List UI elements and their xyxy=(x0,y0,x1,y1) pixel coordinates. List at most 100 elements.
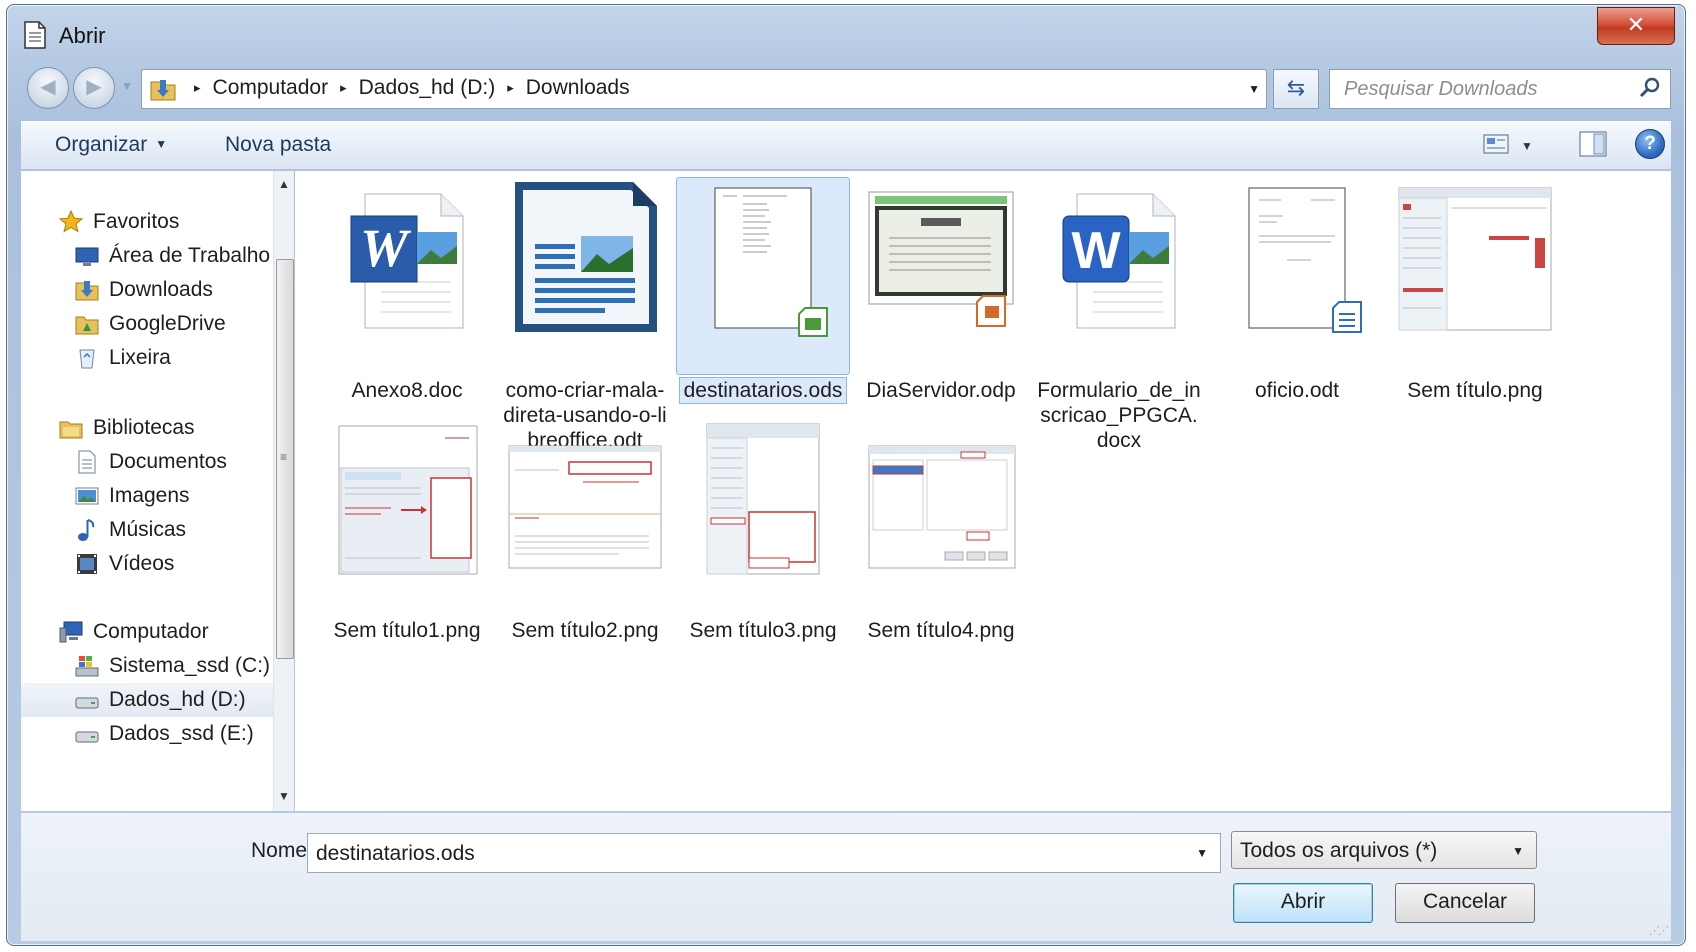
breadcrumb: ▸ Computador ▸ Dados_hd (D:) ▸ Downloads xyxy=(182,76,630,100)
file-name: Sem título2.png xyxy=(511,619,659,642)
file-item[interactable]: Sem título3.png xyxy=(675,417,851,644)
pictures-icon xyxy=(75,487,99,505)
sidebar-item-label: Bibliotecas xyxy=(93,416,195,439)
change-view-icon[interactable] xyxy=(1483,133,1509,155)
sidebar-item-documentos[interactable]: Documentos xyxy=(21,445,283,479)
file-item[interactable]: W Formulario_de_inscricao_PPGCA.docx xyxy=(1031,177,1207,454)
breadcrumb-separator: ▸ xyxy=(194,80,201,95)
svg-text:W: W xyxy=(360,218,412,278)
resize-grip-icon[interactable]: ⋰⋰ xyxy=(1649,924,1669,937)
cancel-button[interactable]: Cancelar xyxy=(1395,883,1535,923)
file-name: Sem título3.png xyxy=(689,619,837,642)
scroll-down-arrow[interactable]: ▼ xyxy=(278,789,290,803)
open-button[interactable]: Abrir xyxy=(1233,883,1373,923)
image-thumbnail-icon xyxy=(508,445,662,569)
word-doc-icon: W xyxy=(350,193,464,329)
documents-icon xyxy=(78,450,96,474)
file-item[interactable]: Sem título4.png xyxy=(853,417,1029,644)
sidebar-item-label: Documentos xyxy=(109,450,227,473)
preview-pane-icon[interactable] xyxy=(1579,131,1607,157)
file-item[interactable]: Sem título2.png xyxy=(497,417,673,644)
sidebar-item-videos[interactable]: Vídeos xyxy=(21,547,283,581)
address-dropdown[interactable]: ▼ xyxy=(1248,82,1260,96)
file-name: destinatarios.ods xyxy=(678,377,848,404)
videos-icon xyxy=(77,554,97,574)
search-input[interactable]: Pesquisar Downloads xyxy=(1344,78,1537,101)
new-folder-button[interactable]: Nova pasta xyxy=(225,133,331,157)
drive-icon xyxy=(75,731,99,743)
sidebar-item-dados-ssd[interactable]: Dados_ssd (E:) xyxy=(21,717,283,751)
breadcrumb-separator[interactable]: ▸ xyxy=(507,80,514,96)
file-type-select[interactable]: Todos os arquivos (*) ▼ xyxy=(1231,831,1537,869)
sidebar-item-bibliotecas[interactable]: Bibliotecas xyxy=(21,411,283,445)
file-name: Anexo8.doc xyxy=(351,379,463,402)
downloads-folder-icon xyxy=(75,281,99,301)
impress-presentation-icon xyxy=(868,191,1014,327)
search-icon[interactable] xyxy=(1638,76,1662,100)
file-item-selected[interactable]: destinatarios.ods xyxy=(675,177,851,404)
music-icon xyxy=(78,519,95,541)
file-name-value[interactable]: destinatarios.ods xyxy=(316,842,475,866)
chevron-down-icon[interactable]: ▼ xyxy=(1196,846,1208,860)
sidebar-item-label: Músicas xyxy=(109,518,187,541)
refresh-button[interactable]: ⇆ xyxy=(1273,69,1319,109)
file-item[interactable]: W Anexo8.doc xyxy=(319,177,495,404)
sidebar-item-label: Imagens xyxy=(109,484,190,507)
sidebar-item-imagens[interactable]: Imagens xyxy=(21,479,283,513)
image-thumbnail-icon xyxy=(1398,187,1552,331)
sidebar-item-label: Vídeos xyxy=(109,552,175,575)
file-item[interactable]: Sem título1.png xyxy=(319,417,495,644)
breadcrumb-dados-hd[interactable]: Dados_hd (D:) xyxy=(359,76,496,100)
file-name: Sem título.png xyxy=(1407,379,1543,402)
libraries-icon xyxy=(59,421,83,439)
chevron-down-icon[interactable]: ▼ xyxy=(1512,844,1524,858)
close-button[interactable]: ✕ xyxy=(1597,7,1675,45)
sidebar-item-googledrive[interactable]: GoogleDrive xyxy=(21,307,283,341)
file-item[interactable]: oficio.odt xyxy=(1209,177,1385,404)
computer-icon xyxy=(59,621,83,643)
sidebar-item-area-de-trabalho[interactable]: Área de Trabalho xyxy=(21,239,283,273)
file-name: Sem título4.png xyxy=(867,619,1015,642)
grip-icon: ≡ xyxy=(280,450,288,464)
file-name: oficio.odt xyxy=(1254,379,1340,402)
breadcrumb-downloads[interactable]: Downloads xyxy=(526,76,630,100)
title-bar: Abrir ✕ xyxy=(7,5,1685,61)
sidebar-item-lixeira[interactable]: Lixeira xyxy=(21,341,283,375)
sidebar-scrollbar[interactable]: ▲ ≡ ▼ xyxy=(273,171,294,811)
sidebar-item-musicas[interactable]: Músicas xyxy=(21,513,283,547)
downloads-folder-icon xyxy=(150,80,176,101)
window-title: Abrir xyxy=(59,23,106,48)
file-item[interactable]: Sem título.png xyxy=(1387,177,1563,404)
scroll-up-arrow[interactable]: ▲ xyxy=(278,177,290,191)
recycle-bin-icon xyxy=(79,349,95,369)
sidebar-item-sistema-ssd[interactable]: Sistema_ssd (C:) xyxy=(21,649,283,683)
help-icon[interactable]: ? xyxy=(1635,129,1665,159)
back-button[interactable]: ◀ xyxy=(27,67,69,109)
sidebar-item-computador[interactable]: Computador xyxy=(21,615,283,649)
file-name-input[interactable]: destinatarios.ods ▼ xyxy=(307,833,1221,873)
view-options-dropdown[interactable]: ▼ xyxy=(1521,139,1533,153)
scrollbar-thumb[interactable]: ≡ xyxy=(276,259,294,659)
image-thumbnail-icon xyxy=(338,425,478,575)
forward-button[interactable]: ▶ xyxy=(73,67,115,109)
file-list: W Anexo8.doc como-criar-mala-direta-usan… xyxy=(295,171,1671,811)
svg-text:W: W xyxy=(1071,222,1121,280)
file-item[interactable]: como-criar-mala-direta-usando-o-libreoff… xyxy=(497,177,673,454)
breadcrumb-separator[interactable]: ▸ xyxy=(340,80,347,96)
sidebar-item-downloads[interactable]: Downloads xyxy=(21,273,283,307)
search-box[interactable]: Pesquisar Downloads xyxy=(1329,69,1671,109)
calc-sheet-icon xyxy=(714,187,828,337)
organize-menu[interactable]: Organizar ▼ xyxy=(55,133,167,157)
drive-icon xyxy=(75,697,99,709)
address-bar[interactable]: ▸ Computador ▸ Dados_hd (D:) ▸ Downloads ▼ xyxy=(141,69,1267,109)
recent-locations-dropdown[interactable]: ▼ xyxy=(121,79,133,93)
file-name: DiaServidor.odp xyxy=(866,379,1016,402)
open-dialog: Abrir ✕ ◀ ▶ ▼ ▸ Computador ▸ Dados_hd (D:) ▸… xyxy=(6,4,1686,946)
file-item[interactable]: DiaServidor.odp xyxy=(853,177,1029,404)
breadcrumb-computador[interactable]: Computador xyxy=(213,76,329,100)
sidebar-item-dados-hd[interactable]: Dados_hd (D:) xyxy=(21,683,283,717)
desktop-icon xyxy=(75,247,99,266)
sidebar-item-favoritos[interactable]: Favoritos xyxy=(21,205,283,239)
writer-doc-thumb-icon xyxy=(1248,187,1362,333)
sidebar-item-label: Favoritos xyxy=(93,210,180,233)
